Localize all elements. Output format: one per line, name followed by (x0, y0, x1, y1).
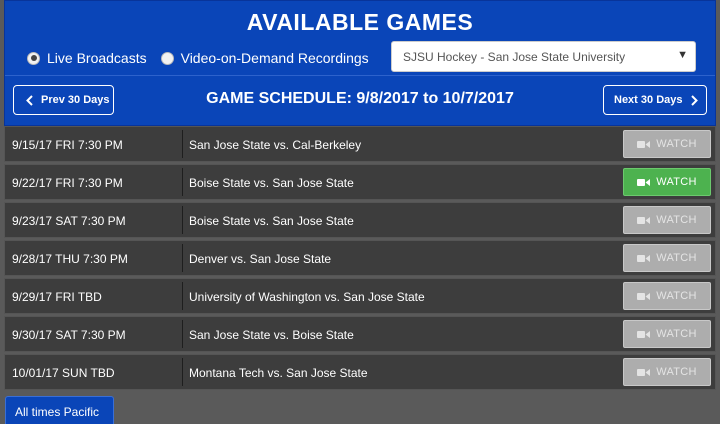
next-30-days-button[interactable]: Next 30 Days (603, 85, 707, 115)
game-matchup: Montana Tech vs. San Jose State (189, 366, 368, 380)
game-matchup: San Jose State vs. Boise State (189, 328, 354, 342)
column-separator (182, 130, 183, 158)
broadcast-type-radio-group: Live Broadcasts Video-on-Demand Recordin… (27, 49, 383, 67)
watch-button[interactable]: WATCH (623, 130, 711, 158)
timezone-badge: All times Pacific (5, 396, 114, 424)
column-separator (182, 358, 183, 386)
column-separator (182, 282, 183, 310)
game-schedule-list: 9/15/17 FRI 7:30 PM San Jose State vs. C… (4, 126, 716, 392)
column-separator (182, 168, 183, 196)
watch-label: WATCH (656, 290, 697, 302)
available-games-header: AVAILABLE GAMES Live Broadcasts Video-on… (4, 0, 716, 126)
watch-button[interactable]: WATCH (623, 320, 711, 348)
game-matchup: Boise State vs. San Jose State (189, 176, 354, 190)
radio-video-on-demand[interactable]: Video-on-Demand Recordings (160, 50, 369, 66)
team-select[interactable]: SJSU Hockey - San Jose State University … (391, 41, 696, 72)
game-datetime: 9/15/17 FRI 7:30 PM (12, 138, 123, 152)
chevron-right-icon (690, 94, 698, 106)
watch-label: WATCH (656, 138, 697, 150)
watch-button[interactable]: WATCH (623, 358, 711, 386)
watch-button[interactable]: WATCH (623, 206, 711, 234)
game-datetime: 9/30/17 SAT 7:30 PM (12, 328, 126, 342)
radio-live-broadcasts[interactable]: Live Broadcasts (27, 50, 147, 66)
video-camera-icon (637, 216, 651, 224)
watch-button[interactable]: WATCH (623, 244, 711, 272)
video-camera-icon (637, 292, 651, 300)
game-datetime: 9/22/17 FRI 7:30 PM (12, 176, 123, 190)
radio-button[interactable] (27, 51, 40, 65)
next-button-label: Next 30 Days (614, 94, 683, 106)
video-camera-icon (637, 178, 651, 186)
game-matchup: University of Washington vs. San Jose St… (189, 290, 425, 304)
game-row: 9/22/17 FRI 7:30 PM Boise State vs. San … (4, 164, 716, 200)
column-separator (182, 206, 183, 234)
watch-button[interactable]: WATCH (623, 282, 711, 310)
game-datetime: 10/01/17 SUN TBD (12, 366, 115, 380)
game-datetime: 9/23/17 SAT 7:30 PM (12, 214, 126, 228)
page-title: AVAILABLE GAMES (246, 9, 474, 35)
video-camera-icon (637, 254, 651, 262)
column-separator (182, 320, 183, 348)
radio-selected-dot (30, 55, 37, 61)
video-camera-icon (637, 330, 651, 338)
game-matchup: San Jose State vs. Cal-Berkeley (189, 138, 362, 152)
radio-label: Live Broadcasts (47, 50, 147, 66)
game-datetime: 9/29/17 FRI TBD (12, 290, 102, 304)
game-matchup: Denver vs. San Jose State (189, 252, 332, 266)
watch-label: WATCH (656, 366, 697, 378)
radio-button[interactable] (160, 51, 174, 65)
team-select-value: SJSU Hockey - San Jose State University (403, 50, 626, 64)
video-camera-icon (637, 368, 651, 376)
watch-label: WATCH (656, 328, 697, 340)
video-camera-icon (637, 140, 651, 148)
column-separator (182, 244, 183, 272)
watch-label: WATCH (656, 214, 697, 226)
game-row: 9/28/17 THU 7:30 PM Denver vs. San Jose … (4, 240, 716, 276)
caret-down-icon: ▼ (677, 49, 688, 61)
radio-label: Video-on-Demand Recordings (180, 50, 369, 66)
watch-button[interactable]: WATCH (623, 168, 711, 196)
game-datetime: 9/28/17 THU 7:30 PM (12, 252, 128, 266)
header-divider (5, 75, 715, 76)
watch-label: WATCH (656, 252, 697, 264)
game-row: 9/15/17 FRI 7:30 PM San Jose State vs. C… (4, 126, 716, 162)
game-row: 9/23/17 SAT 7:30 PM Boise State vs. San … (4, 202, 716, 238)
game-matchup: Boise State vs. San Jose State (189, 214, 354, 228)
game-row: 10/01/17 SUN TBD Montana Tech vs. San Jo… (4, 354, 716, 390)
game-row: 9/30/17 SAT 7:30 PM San Jose State vs. B… (4, 316, 716, 352)
game-row: 9/29/17 FRI TBD University of Washington… (4, 278, 716, 314)
watch-label: WATCH (656, 176, 697, 188)
